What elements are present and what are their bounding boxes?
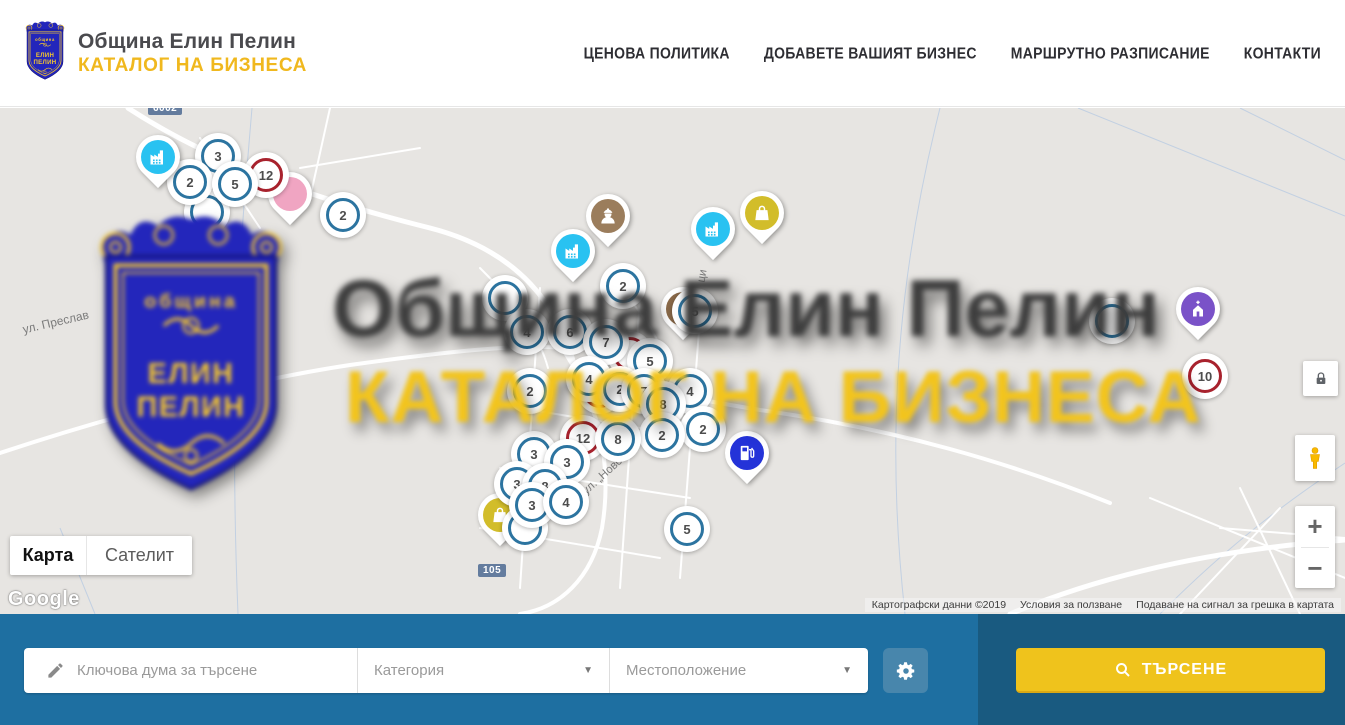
site-subtitle: КАТАЛОГ НА БИЗНЕСА (78, 55, 307, 77)
map-markers: 32125225467542274822128333834510 (0, 108, 1345, 614)
nav-route-schedule[interactable]: МАРШРУТНО РАЗПИСАНИЕ (1011, 44, 1210, 62)
map-cluster[interactable]: 5 (672, 288, 718, 334)
lock-icon (1313, 371, 1329, 387)
search-submit-label: ТЪРСЕНЕ (1142, 661, 1227, 679)
map-type-control: Карта Сателит (10, 536, 192, 575)
site-title: Община Елин Пелин (78, 30, 307, 54)
map-cluster[interactable]: 2 (320, 192, 366, 238)
map-cluster[interactable]: 2 (507, 368, 553, 414)
attribution-terms-link[interactable]: Условия за ползване (1013, 598, 1129, 612)
chevron-down-icon: ▼ (842, 665, 852, 676)
zoom-out-button[interactable]: − (1295, 548, 1335, 588)
main-nav: ЦЕНОВА ПОЛИТИКА ДОБАВЕТЕ ВАШИЯТ БИЗНЕС М… (584, 45, 1321, 61)
map-pin[interactable] (691, 207, 735, 265)
map-cluster[interactable]: 4 (504, 309, 550, 355)
map-pin[interactable] (586, 194, 630, 252)
map-canvas[interactable]: 6002 105 ул. Преслав бул. „Новосел ци 32… (0, 108, 1345, 614)
lock-button[interactable] (1303, 361, 1338, 396)
zoom-control: + − (1295, 506, 1335, 588)
pegman-icon (1303, 443, 1327, 473)
map-cluster[interactable]: 2 (639, 412, 685, 458)
header: Община Елин Пелин КАТАЛОГ НА БИЗНЕСА ЦЕН… (0, 0, 1345, 107)
map-cluster[interactable]: 2 (600, 263, 646, 309)
nav-contacts[interactable]: КОНТАКТИ (1244, 44, 1321, 62)
chevron-down-icon: ▼ (583, 665, 593, 676)
map-pin[interactable] (740, 191, 784, 249)
site-logo[interactable]: Община Елин Пелин КАТАЛОГ НА БИЗНЕСА (22, 21, 307, 85)
map-cluster[interactable]: 10 (1182, 353, 1228, 399)
map-pin[interactable] (136, 135, 180, 193)
attribution-copyright: Картографски данни ©2019 (865, 598, 1013, 612)
location-select-value: Местоположение (626, 662, 746, 679)
keyword-input[interactable] (77, 662, 343, 679)
keyword-section (24, 648, 358, 693)
nav-add-your-business[interactable]: ДОБАВЕТЕ ВАШИЯТ БИЗНЕС (764, 44, 977, 62)
map-type-satellite-button[interactable]: Сателит (87, 536, 192, 575)
search-icon (1114, 661, 1132, 679)
page: Община Елин Пелин КАТАЛОГ НА БИЗНЕСА ЦЕН… (0, 0, 1345, 725)
map-attribution: Картографски данни ©2019 Условия за полз… (865, 598, 1341, 612)
map-cluster[interactable]: 5 (212, 161, 258, 207)
category-select-value: Категория (374, 662, 444, 679)
nav-pricing-policy[interactable]: ЦЕНОВА ПОЛИТИКА (584, 44, 730, 62)
map-cluster[interactable]: 8 (595, 416, 641, 462)
search-submit-button[interactable]: ТЪРСЕНЕ (1016, 648, 1325, 693)
zoom-in-button[interactable]: + (1295, 506, 1335, 546)
map-type-map-button[interactable]: Карта (10, 536, 87, 575)
municipality-crest-icon (22, 21, 68, 85)
location-select[interactable]: Местоположение ▼ (610, 648, 868, 693)
advanced-settings-button[interactable] (883, 648, 928, 693)
map-cluster[interactable] (1089, 298, 1135, 344)
map-pin[interactable] (725, 431, 769, 489)
attribution-report-error-link[interactable]: Подаване на сигнал за грешка в картата (1129, 598, 1341, 612)
google-logo[interactable]: Google (8, 588, 80, 611)
category-select[interactable]: Категория ▼ (358, 648, 610, 693)
map-cluster[interactable]: 5 (664, 506, 710, 552)
map-cluster[interactable]: 2 (680, 406, 726, 452)
gear-icon (895, 660, 917, 682)
search-bar: Категория ▼ Местоположение ▼ ТЪРСЕНЕ (0, 614, 1345, 725)
map-cluster[interactable]: 4 (543, 479, 589, 525)
pegman-button[interactable] (1295, 435, 1335, 481)
search-form: Категория ▼ Местоположение ▼ (24, 648, 868, 693)
pencil-icon (46, 661, 65, 680)
map-pin[interactable] (1176, 287, 1220, 345)
